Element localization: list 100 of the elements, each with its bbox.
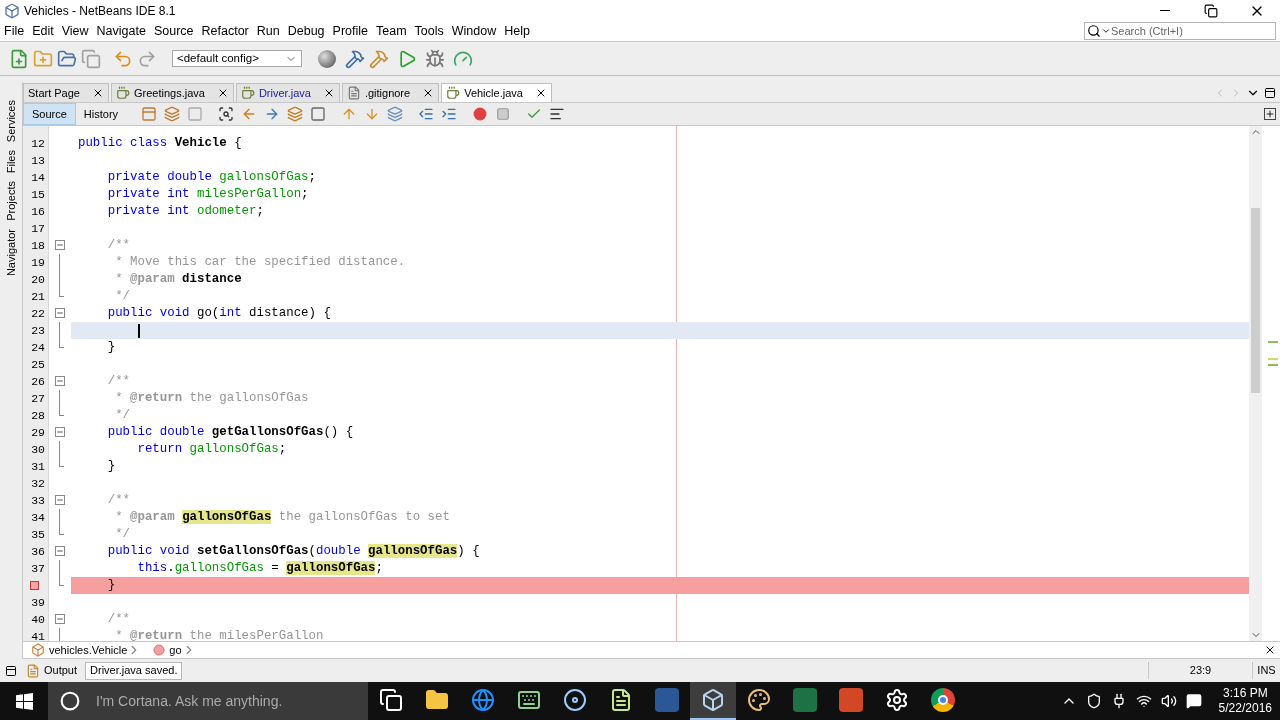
code-line: this.gallonsOfGas = gallonsOfGas; [136,560,383,578]
line-number: 20 [31,271,45,288]
config-dropdown[interactable]: <default config> [172,50,302,67]
line-number: 33 [31,492,45,509]
view-tab[interactable]: History [75,103,127,125]
split-icon[interactable] [1264,108,1276,120]
java-file-icon [240,86,255,100]
line-number: 14 [31,169,45,186]
menu-item[interactable]: Run [252,21,284,41]
close-tab-icon [92,87,104,99]
view-tab[interactable]: Source [23,103,76,125]
fold-line [59,441,60,458]
code-line: */ [114,407,131,425]
menu-item[interactable]: Debug [283,21,329,41]
volume-icon[interactable] [1160,693,1177,709]
editor-tab[interactable]: .gitignore [341,83,440,102]
fold-end [59,288,64,297]
menu-item[interactable]: Window [447,21,501,41]
line-number: 28 [31,407,45,424]
code-line: * @param gallonsOfGas the gallonsOfGas to set [114,509,450,527]
fold-end [59,577,64,586]
breadcrumb[interactable]: vehicles.Vehicle [49,641,128,659]
document-icon [655,688,679,712]
fold-toggle-icon[interactable] [55,240,65,250]
debug-icon[interactable] [424,47,446,70]
line-number: 27 [31,390,45,407]
shield-icon[interactable] [1085,693,1102,709]
code-line: private double gallonsOfGas; [106,169,316,187]
fold-toggle-icon[interactable] [55,308,65,318]
cube-icon [4,2,20,19]
menu-item[interactable]: File [0,21,29,41]
menu-item[interactable]: Tools [410,21,448,41]
fold-toggle-icon[interactable] [55,495,65,505]
breakpoint-icon[interactable] [30,581,39,590]
code-line: /** [106,237,131,255]
menu-item[interactable]: Help [500,21,534,41]
code-line: * @return the milesPerGallon [114,628,324,641]
restore-icon [1204,3,1218,18]
menu-item[interactable]: Navigate [92,21,150,41]
menu-item[interactable]: Source [149,21,198,41]
code-line: */ [114,288,131,306]
fold-toggle-icon[interactable] [55,376,65,386]
breadcrumb[interactable]: go [169,641,182,659]
menu-item[interactable]: Edit [28,21,58,41]
side-panel-tab[interactable]: Navigator [0,229,24,277]
keyboard-icon [517,688,541,712]
output-tab[interactable]: Output [22,662,82,679]
cortana-search[interactable]: I'm Cortana. Ask me anything. [48,682,368,720]
task-view-icon [379,688,403,712]
code-line: } [106,339,116,357]
code-line: /** [106,492,131,510]
menu-item[interactable]: Refactor [197,21,253,41]
code-line: } [106,577,116,595]
close-project-icon[interactable] [80,47,102,70]
side-panel-tab[interactable]: Files [0,150,24,174]
menu-item[interactable]: View [57,21,93,41]
fold-toggle-icon[interactable] [55,427,65,437]
search-icon[interactable] [1087,24,1111,38]
fold-toggle-icon[interactable] [55,614,65,624]
side-panel-tab[interactable]: Services [0,100,24,143]
code-line: /** [106,373,131,391]
output-icon [26,663,40,678]
class-icon [31,643,45,657]
code-line: /** [106,611,131,629]
line-number: 29 [31,424,45,441]
editor-tab[interactable]: Start Page [23,83,109,102]
search-field[interactable]: Search (Ctrl+I) [1084,22,1276,40]
editor-tab[interactable]: Driver.java [235,83,340,102]
code-line: public class Vehicle { [78,135,242,153]
notifications-icon[interactable] [1185,693,1202,709]
restore-window-icon[interactable] [1264,86,1276,99]
line-number: 15 [31,186,45,203]
line-number: 21 [31,288,45,305]
scrollbar[interactable] [1249,126,1262,641]
line-number: 19 [31,254,45,271]
line-number: 16 [31,203,45,220]
method-icon [153,644,166,656]
clock[interactable]: 3:16 PM 5/22/2016 [1218,686,1272,716]
menu-item[interactable]: Profile [328,21,372,41]
fold-line [59,509,60,526]
restore-window-icon[interactable] [5,664,17,677]
line-number: 12 [31,135,45,152]
editor-tab[interactable]: Greetings.java [111,83,234,102]
line-number: 31 [31,458,45,475]
menu-item[interactable]: Team [372,21,411,41]
side-panel-tab[interactable]: Projects [0,181,24,222]
fold-line [59,390,60,407]
code-line: private int milesPerGallon; [106,186,309,204]
close-icon[interactable] [1264,644,1276,656]
taskbar-app[interactable] [690,682,736,720]
palette-icon [747,688,771,712]
code-line: private int odometer; [106,203,264,221]
line-number: 32 [31,475,45,492]
wifi-icon[interactable] [1135,693,1152,709]
editor-tab[interactable]: Vehicle.java [441,83,552,102]
java-file-icon [116,86,130,100]
line-number: 25 [31,356,45,373]
line-number: 34 [31,509,45,526]
line-number: 39 [31,594,45,611]
fold-toggle-icon[interactable] [55,546,65,556]
